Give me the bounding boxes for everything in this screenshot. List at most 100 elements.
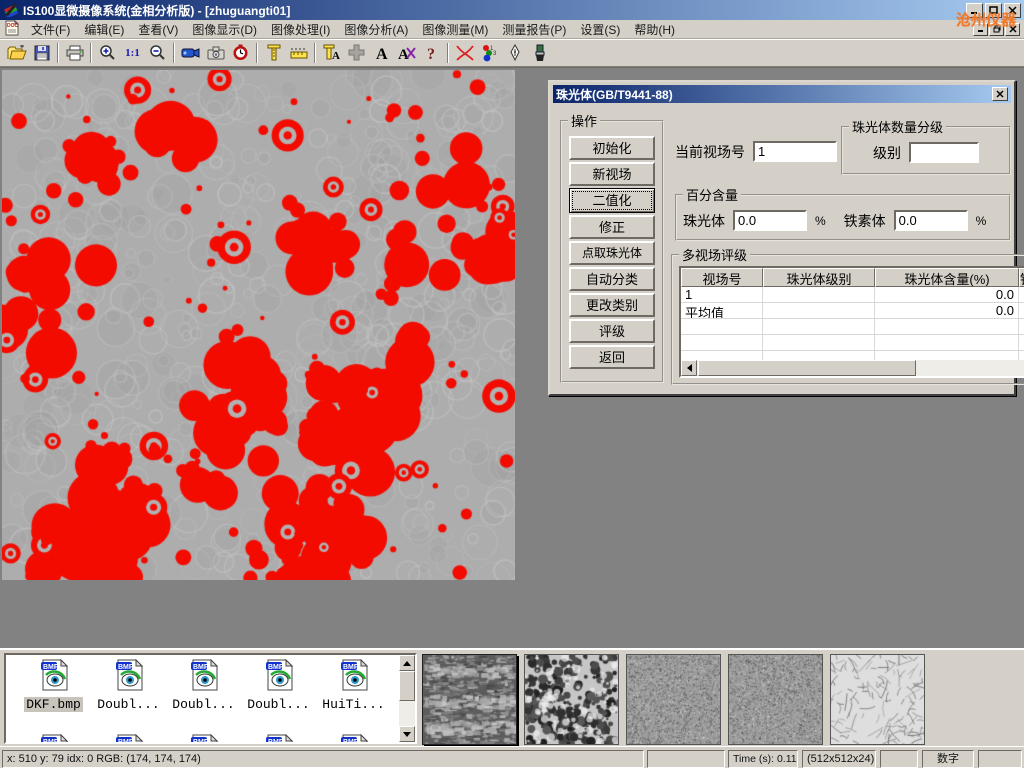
pearlite-percent-input[interactable]: [733, 210, 807, 231]
col-field-no[interactable]: 视场号: [681, 268, 763, 287]
open-icon[interactable]: [4, 41, 29, 65]
level-input[interactable]: [909, 142, 979, 163]
svg-text:BMP: BMP: [43, 664, 59, 671]
file-name[interactable]: HuiTi...: [320, 697, 386, 712]
svg-text:A: A: [376, 46, 388, 61]
thumbnail-5[interactable]: [830, 654, 925, 745]
bmp-file-icon: BMP: [188, 680, 220, 694]
menu-item-image-analysis[interactable]: 图像分析(A): [337, 19, 415, 40]
zoom-in-icon[interactable]: [95, 41, 120, 65]
thumbnail-3[interactable]: [626, 654, 721, 745]
file-item[interactable]: BMP: [16, 734, 91, 744]
col-pearlite-level[interactable]: 珠光体级别: [763, 268, 875, 287]
file-item[interactable]: BMP HuiTi...: [316, 659, 391, 712]
file-item[interactable]: BMP: [316, 734, 391, 744]
document-icon[interactable]: DOC: [4, 20, 20, 39]
ruler-horizontal-icon[interactable]: [286, 41, 311, 65]
pearlite-label: 珠光体: [683, 211, 725, 231]
vscroll-thumb[interactable]: [399, 671, 415, 701]
file-name[interactable]: Doubl...: [95, 697, 161, 712]
col-pearlite-content[interactable]: 珠光体含量(%): [875, 268, 1019, 287]
metallographic-image[interactable]: [2, 70, 515, 580]
svg-text:BMP: BMP: [118, 739, 134, 744]
hscroll-thumb[interactable]: [698, 360, 916, 376]
file-item[interactable]: BMP Doubl...: [91, 659, 166, 712]
text-style-icon[interactable]: A: [394, 41, 419, 65]
svg-text:BMP: BMP: [193, 664, 209, 671]
return-button[interactable]: 返回: [569, 345, 655, 369]
brush-icon[interactable]: [527, 41, 552, 65]
scroll-left-icon[interactable]: [681, 360, 697, 376]
file-name[interactable]: Doubl...: [170, 697, 236, 712]
menu-item-image-measure[interactable]: 图像测量(M): [415, 19, 495, 40]
file-item[interactable]: BMP Doubl...: [241, 659, 316, 712]
save-icon[interactable]: [29, 41, 54, 65]
zoom-out-icon[interactable]: [145, 41, 170, 65]
init-button[interactable]: 初始化: [569, 136, 655, 160]
menu-item-image-processing[interactable]: 图像处理(I): [264, 19, 337, 40]
pearlite-dialog: 珠光体(GB/T9441-88) 操作 初始化 新视场 二值化 修正 点取珠光体…: [548, 80, 1016, 396]
rate-button[interactable]: 评级: [569, 319, 655, 343]
maximize-button[interactable]: [985, 3, 1002, 18]
bmp-file-icon: BMP: [113, 680, 145, 694]
scroll-down-icon[interactable]: [399, 726, 415, 742]
col-ferrite-content[interactable]: 铁素体含量(%): [1019, 268, 1024, 287]
bmp-file-icon: BMP: [263, 680, 295, 694]
thumbnail-4[interactable]: [728, 654, 823, 745]
file-browser[interactable]: BMP DKF.bmp BMP Doubl...: [4, 653, 417, 744]
table-row: 1 0.0: [681, 287, 1024, 303]
minimize-button[interactable]: [966, 3, 983, 18]
ferrite-percent-input[interactable]: [894, 210, 968, 231]
menu-item-settings[interactable]: 设置(S): [573, 19, 627, 40]
print-icon[interactable]: [62, 41, 87, 65]
pick-pearlite-button[interactable]: 点取珠光体: [569, 241, 655, 265]
pen-icon[interactable]: [502, 41, 527, 65]
table-row-empty: [681, 319, 1024, 335]
file-item[interactable]: BMP: [91, 734, 166, 744]
file-name[interactable]: DKF.bmp: [24, 697, 83, 712]
curve-tool-icon[interactable]: [452, 41, 477, 65]
ferrite-unit: %: [976, 214, 987, 228]
binarize-button[interactable]: 二值化: [569, 188, 655, 213]
change-class-button[interactable]: 更改类别: [569, 293, 655, 317]
file-name[interactable]: Doubl...: [245, 697, 311, 712]
file-vscrollbar[interactable]: [399, 655, 415, 742]
file-item[interactable]: BMP DKF.bmp: [16, 659, 91, 712]
color-markers-icon[interactable]: 13: [477, 41, 502, 65]
caliper-vertical-icon[interactable]: [261, 41, 286, 65]
menu-item-view[interactable]: 查看(V): [131, 19, 185, 40]
video-camera-icon[interactable]: [178, 41, 203, 65]
mdi-close-button[interactable]: [1005, 23, 1020, 36]
close-button[interactable]: [1004, 3, 1021, 18]
mdi-restore-button[interactable]: [989, 23, 1004, 36]
scroll-up-icon[interactable]: [399, 655, 415, 671]
menu-item-edit[interactable]: 编辑(E): [77, 19, 131, 40]
dialog-close-icon[interactable]: [992, 87, 1008, 101]
text-icon[interactable]: A: [369, 41, 394, 65]
current-field-input[interactable]: [753, 141, 837, 162]
table-hscrollbar[interactable]: [681, 360, 1024, 376]
help-icon[interactable]: ?: [419, 41, 444, 65]
menu-item-image-display[interactable]: 图像显示(D): [185, 19, 264, 40]
measure-text-icon[interactable]: A: [319, 41, 344, 65]
svg-text:?: ?: [427, 46, 435, 61]
svg-text:BMP: BMP: [43, 739, 59, 744]
auto-classify-button[interactable]: 自动分类: [569, 267, 655, 291]
camera-icon[interactable]: [203, 41, 228, 65]
dialog-title: 珠光体(GB/T9441-88): [556, 86, 990, 103]
menu-item-measure-report[interactable]: 测量报告(P): [495, 19, 573, 40]
file-item[interactable]: BMP: [241, 734, 316, 744]
timer-icon[interactable]: [228, 41, 253, 65]
file-item[interactable]: BMP Doubl...: [166, 659, 241, 712]
merge-plus-icon[interactable]: [344, 41, 369, 65]
new-field-button[interactable]: 新视场: [569, 162, 655, 186]
mdi-minimize-button[interactable]: [973, 23, 988, 36]
file-item[interactable]: BMP: [166, 734, 241, 744]
correct-button[interactable]: 修正: [569, 215, 655, 239]
actual-size-icon[interactable]: 1:1: [120, 41, 145, 65]
multifield-table[interactable]: 视场号 珠光体级别 珠光体含量(%) 铁素体含量(%) 1 0.0 平均值: [679, 266, 1024, 378]
menu-item-file[interactable]: 文件(F): [24, 19, 77, 40]
thumbnail-2[interactable]: [524, 654, 619, 745]
menu-item-help[interactable]: 帮助(H): [627, 19, 682, 40]
thumbnail-1[interactable]: [422, 654, 517, 745]
